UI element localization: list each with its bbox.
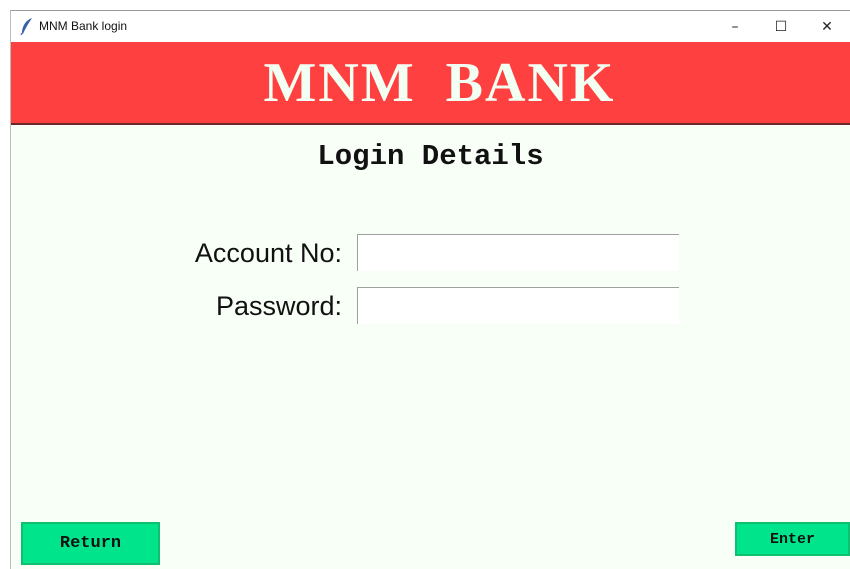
close-button[interactable]: ✕ [804, 11, 850, 42]
minimize-icon: – [731, 18, 739, 35]
window-title: MNM Bank login [39, 19, 128, 33]
app-window: MNM Bank login – ☐ ✕ MNM BANK Login Deta… [10, 10, 850, 569]
maximize-icon: ☐ [774, 18, 788, 35]
maximize-button[interactable]: ☐ [758, 11, 804, 42]
page-title: Login Details [317, 140, 544, 173]
bank-name: MNM BANK [263, 51, 616, 114]
minimize-button[interactable]: – [712, 11, 758, 42]
password-input[interactable] [357, 287, 679, 324]
enter-button[interactable]: Enter [735, 522, 850, 556]
header-banner: MNM BANK [11, 42, 850, 125]
account-no-label: Account No: [194, 238, 342, 268]
password-label: Password: [215, 291, 342, 321]
account-no-input[interactable] [357, 234, 679, 271]
title-bar[interactable]: MNM Bank login – ☐ ✕ [11, 11, 850, 42]
close-icon: ✕ [821, 18, 833, 35]
feather-icon [20, 18, 32, 35]
return-button[interactable]: Return [21, 522, 160, 565]
login-panel: Login Details Account No: Password: Retu… [11, 126, 850, 569]
